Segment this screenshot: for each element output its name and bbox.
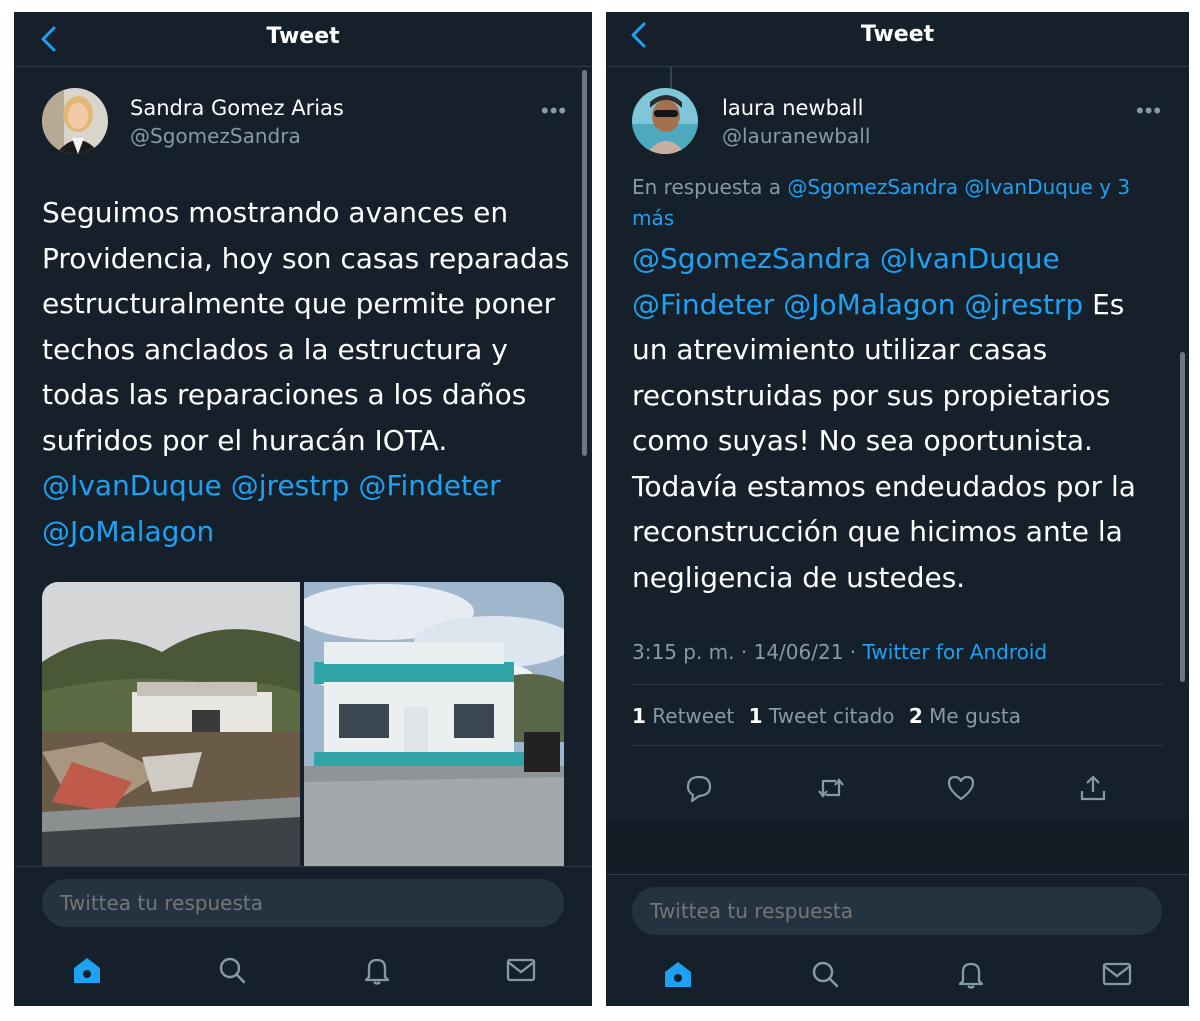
mention-link[interactable]: @SgomezSandra [787,175,958,199]
more-options-icon[interactable]: ••• [541,100,567,122]
page-title: Tweet [266,24,340,49]
top-bar: Tweet [606,12,1189,67]
notifications-bell-icon[interactable] [361,954,393,986]
retweets-count: 1 [632,704,646,728]
tweet-text-fragment: Es [1092,287,1125,321]
tweet-line: techos anclados a la estructura y [42,332,508,366]
tweet-line: reconstruidas por sus propietarios [632,378,1111,412]
tweet-line: Seguimos mostrando avances en [42,196,509,229]
mentions-line: @IvanDuque @jrestrp @Findeter [42,463,569,509]
likes-stat[interactable]: 2 Me gusta [909,704,1021,728]
author-handle[interactable]: @SgomezSandra [130,124,301,148]
mentions-line: @SgomezSandra @IvanDuque [632,236,1136,282]
avatar[interactable] [632,88,698,154]
likes-count: 2 [908,704,923,728]
tweet-source-link[interactable]: Twitter for Android [863,640,1048,664]
right-tweet-screen: Tweet laura newball @lauranewball ••• En… [606,12,1189,1006]
meta-separator: · [849,640,857,664]
mention-link[interactable]: @jrestrp [231,469,350,502]
mention-link[interactable]: @IvanDuque [42,469,222,502]
reply-context-prefix: En respuesta a [632,175,781,199]
tweet-line: estructuralmente que permite poner [42,287,556,320]
tweet-line: todas las reparaciones a los daños [42,378,527,411]
quotes-count: 1 [748,704,763,728]
thread-connector [670,67,672,89]
tweet-date[interactable]: 14/06/21 [754,640,844,664]
author-name[interactable]: Sandra Gomez Arias [130,96,344,120]
divider [632,745,1163,746]
mention-link[interactable]: @JoMalagon [783,288,955,321]
retweets-stat[interactable]: 1 Retweet [632,704,734,728]
home-icon[interactable] [71,954,103,986]
left-tweet-screen: Tweet Sandra Gomez Arias @SgomezSandra •… [14,12,592,1006]
tweet-media[interactable] [42,582,564,882]
meta-separator: · [740,640,748,664]
mentions-line: @Findeter @JoMalagon @jrestrp Es [632,282,1136,328]
repaired-house-photo[interactable] [304,582,564,882]
messages-envelope-icon[interactable] [1101,958,1133,990]
retweets-label: Retweet [652,704,735,728]
reply-input[interactable] [42,879,564,927]
more-options-icon[interactable]: ••• [1136,100,1162,122]
page-title: Tweet [860,22,935,47]
tweet-line: como suyas! No sea oportunista. [632,424,1093,457]
mention-link[interactable]: @Findeter [632,288,774,321]
author-name[interactable]: laura newball [722,96,863,120]
reply-context: En respuesta a @SgomezSandra @IvanDuque … [632,172,1152,234]
tweet-line: reconstrucción que hicimos ante la [632,515,1123,548]
tweet-line: sufridos por el huracán IOTA. [42,423,448,457]
tweet-line: Providencia, hoy son casas reparadas [42,241,570,275]
mention-link[interactable]: @IvanDuque [964,175,1092,199]
reply-bar [14,866,592,934]
share-icon[interactable] [1078,773,1110,805]
tweet-text: @SgomezSandra @IvanDuque @Findeter @JoMa… [632,236,1136,600]
retweet-icon[interactable] [816,773,848,805]
divider [632,684,1163,685]
messages-envelope-icon[interactable] [505,954,537,986]
scrollbar[interactable] [1180,352,1185,682]
tweet-meta: 3:15 p. m. · 14/06/21 · Twitter for Andr… [632,640,1047,664]
likes-label: Me gusta [929,704,1021,728]
bottom-nav [606,944,1189,1006]
quotes-stat[interactable]: 1 Tweet citado [749,704,895,728]
tweet-line: un atrevimiento utilizar casas [632,333,1048,366]
home-icon[interactable] [662,958,694,990]
reply-bar [606,874,1189,942]
notifications-bell-icon[interactable] [955,958,987,990]
tweet-time[interactable]: 3:15 p. m. [632,640,735,664]
quotes-label: Tweet citado [768,704,895,728]
mention-link[interactable]: @SgomezSandra [632,242,871,275]
tweet-actions [606,757,1189,821]
tweet-line: Todavía estamos endeudados por la [632,469,1136,503]
tweet-stats: 1 Retweet 1 Tweet citado 2 Me gusta [632,704,1029,728]
avatar[interactable] [42,88,108,154]
top-bar: Tweet [14,12,592,67]
author-handle[interactable]: @lauranewball [722,124,870,148]
mention-link[interactable]: @Findeter [358,469,500,502]
like-heart-icon[interactable] [946,773,978,805]
reply-input[interactable] [632,887,1162,935]
bottom-nav [14,940,592,1002]
mention-link[interactable]: @IvanDuque [880,242,1060,275]
scrollbar[interactable] [582,70,587,456]
mentions-line: @JoMalagon [42,509,569,555]
search-icon[interactable] [216,954,248,986]
mention-link[interactable]: @jrestrp [964,288,1083,321]
damaged-house-photo[interactable] [42,582,300,882]
tweet-line: negligencia de ustedes. [632,560,966,594]
mention-link[interactable]: @JoMalagon [42,515,214,548]
tweet-text: Seguimos mostrando avances en Providenci… [42,190,569,554]
search-icon[interactable] [809,958,841,990]
reply-icon[interactable] [684,773,716,805]
